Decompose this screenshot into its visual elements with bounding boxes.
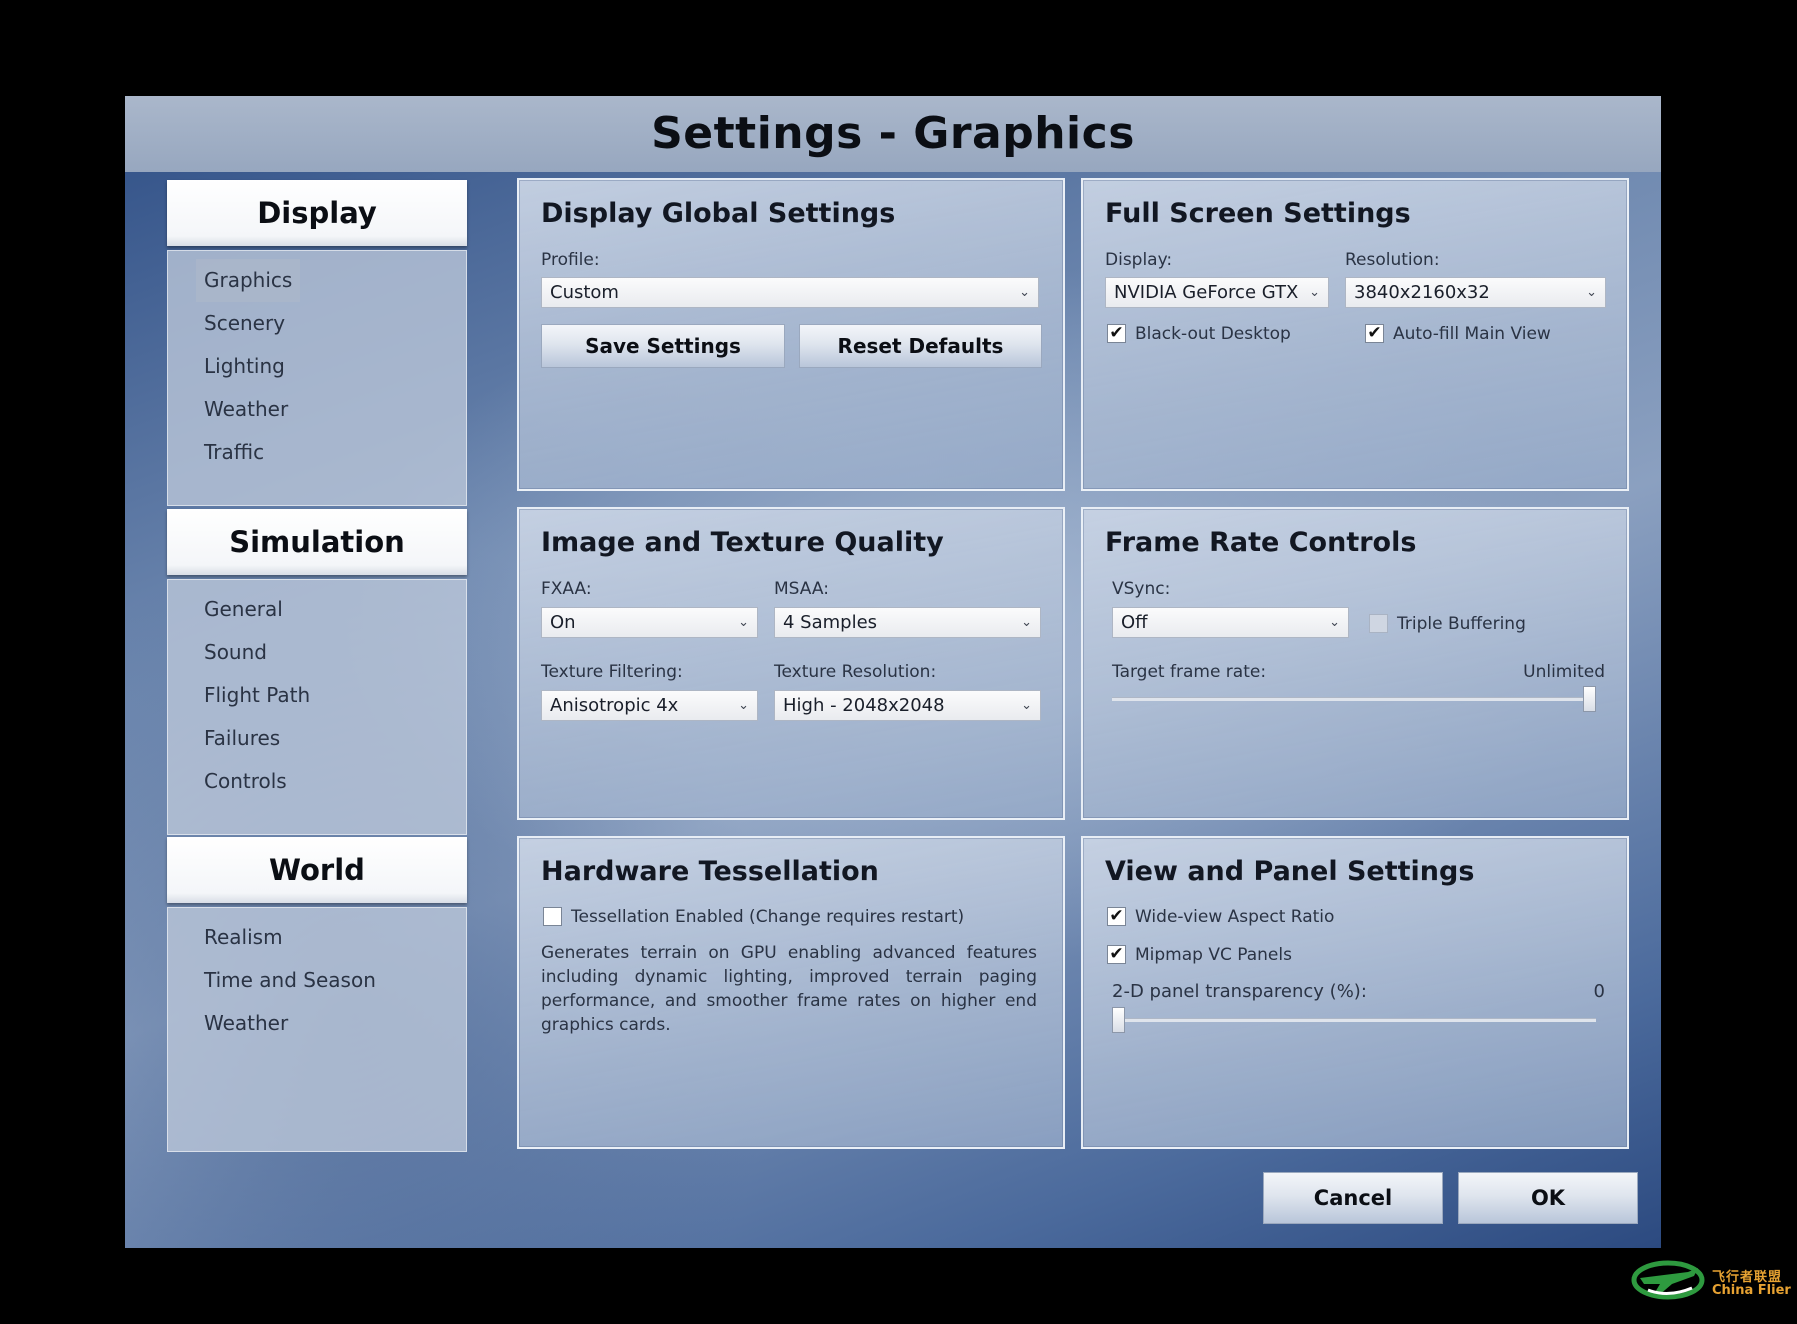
resolution-value: 3840x2160x32 bbox=[1354, 282, 1490, 303]
watermark: 飞行者联盟 China Flier bbox=[1628, 1250, 1793, 1310]
nav-item-flight-path[interactable]: Flight Path bbox=[196, 674, 318, 717]
triple-buffering-label: Triple Buffering bbox=[1397, 614, 1526, 634]
nav-item-time-and-season[interactable]: Time and Season bbox=[196, 959, 384, 1002]
fxaa-label: FXAA: bbox=[541, 579, 592, 599]
tessellation-enabled-label: Tessellation Enabled (Change requires re… bbox=[571, 907, 965, 927]
texture-resolution-label: Texture Resolution: bbox=[774, 662, 937, 682]
target-frame-rate-value: Unlimited bbox=[1523, 662, 1605, 682]
save-settings-button[interactable]: Save Settings bbox=[541, 324, 785, 368]
profile-label: Profile: bbox=[541, 250, 600, 270]
fxaa-value: On bbox=[550, 612, 576, 633]
transparency-value: 0 bbox=[1593, 981, 1605, 1002]
chevron-down-icon: ⌄ bbox=[1309, 285, 1320, 300]
vsync-label: VSync: bbox=[1112, 579, 1171, 599]
blackout-desktop-label: Black-out Desktop bbox=[1135, 324, 1291, 344]
panel-title: Frame Rate Controls bbox=[1105, 527, 1417, 558]
nav-item-sound[interactable]: Sound bbox=[196, 631, 275, 674]
target-frame-rate-label: Target frame rate: bbox=[1112, 662, 1267, 682]
nav-item-general[interactable]: General bbox=[196, 588, 291, 631]
chevron-down-icon: ⌄ bbox=[1021, 615, 1032, 630]
nav-item-controls[interactable]: Controls bbox=[196, 760, 295, 803]
nav-group-world: World Realism Time and Season Weather bbox=[167, 837, 467, 1152]
texture-filtering-select[interactable]: Anisotropic 4x ⌄ bbox=[541, 690, 758, 721]
mipmap-checkbox[interactable]: ✔ bbox=[1107, 945, 1126, 964]
panel-title: Display Global Settings bbox=[541, 198, 896, 229]
full-screen-panel: Full Screen Settings Display: NVIDIA GeF… bbox=[1081, 178, 1629, 491]
triple-buffering-checkbox[interactable] bbox=[1369, 614, 1388, 633]
msaa-value: 4 Samples bbox=[783, 612, 878, 633]
display-select[interactable]: NVIDIA GeForce GTX ⌄ bbox=[1105, 277, 1329, 308]
panel-title: View and Panel Settings bbox=[1105, 856, 1475, 887]
nav-item-traffic[interactable]: Traffic bbox=[196, 431, 272, 474]
display-value: NVIDIA GeForce GTX bbox=[1114, 282, 1299, 303]
transparency-track[interactable] bbox=[1112, 1018, 1596, 1022]
wideview-label: Wide-view Aspect Ratio bbox=[1135, 907, 1335, 927]
nav-item-weather[interactable]: Weather bbox=[196, 388, 296, 431]
profile-value: Custom bbox=[550, 282, 619, 303]
reset-defaults-button[interactable]: Reset Defaults bbox=[799, 324, 1042, 368]
settings-window: Settings - Graphics Display Graphics Sce… bbox=[125, 96, 1661, 1248]
transparency-thumb[interactable] bbox=[1112, 1007, 1125, 1033]
wideview-checkbox[interactable]: ✔ bbox=[1107, 907, 1126, 926]
resolution-label: Resolution: bbox=[1345, 250, 1440, 270]
image-quality-panel: Image and Texture Quality FXAA: On ⌄ MSA… bbox=[517, 507, 1065, 820]
nav-list-world: Realism Time and Season Weather bbox=[167, 907, 467, 1152]
panel-title: Full Screen Settings bbox=[1105, 198, 1411, 229]
autofill-main-view-label: Auto-fill Main View bbox=[1393, 324, 1551, 344]
nav-list-simulation: General Sound Flight Path Failures Contr… bbox=[167, 579, 467, 835]
texture-resolution-select[interactable]: High - 2048x2048 ⌄ bbox=[774, 690, 1041, 721]
nav-item-scenery[interactable]: Scenery bbox=[196, 302, 293, 345]
chevron-down-icon: ⌄ bbox=[1329, 615, 1340, 630]
tessellation-description: Generates terrain on GPU enabling advanc… bbox=[541, 943, 1037, 1035]
tessellation-panel: Hardware Tessellation Tessellation Enabl… bbox=[517, 836, 1065, 1149]
nav-header-world[interactable]: World bbox=[167, 837, 467, 903]
title-bar: Settings - Graphics bbox=[125, 96, 1661, 172]
airplane-logo-icon bbox=[1631, 1260, 1705, 1300]
transparency-label: 2-D panel transparency (%): bbox=[1112, 981, 1367, 1002]
watermark-en-text: China Flier bbox=[1712, 1283, 1791, 1298]
nav-list-display: Graphics Scenery Lighting Weather Traffi… bbox=[167, 250, 467, 506]
resolution-select[interactable]: 3840x2160x32 ⌄ bbox=[1345, 277, 1606, 308]
panel-title: Hardware Tessellation bbox=[541, 856, 879, 887]
nav-header-simulation[interactable]: Simulation bbox=[167, 509, 467, 575]
nav-item-graphics[interactable]: Graphics bbox=[196, 259, 301, 302]
nav-header-display[interactable]: Display bbox=[167, 180, 467, 246]
chevron-down-icon: ⌄ bbox=[1021, 698, 1032, 713]
blackout-desktop-checkbox[interactable]: ✔ bbox=[1107, 324, 1126, 343]
ok-button[interactable]: OK bbox=[1458, 1172, 1638, 1224]
chevron-down-icon: ⌄ bbox=[738, 698, 749, 713]
display-label: Display: bbox=[1105, 250, 1173, 270]
msaa-select[interactable]: 4 Samples ⌄ bbox=[774, 607, 1041, 638]
target-frame-rate-track[interactable] bbox=[1112, 697, 1596, 701]
autofill-main-view-checkbox[interactable]: ✔ bbox=[1365, 324, 1384, 343]
texture-filtering-label: Texture Filtering: bbox=[541, 662, 683, 682]
nav-item-world-weather[interactable]: Weather bbox=[196, 1002, 296, 1045]
view-panel-panel: View and Panel Settings ✔ Wide-view Aspe… bbox=[1081, 836, 1629, 1149]
frame-rate-panel: Frame Rate Controls VSync: Off ⌄ Triple … bbox=[1081, 507, 1629, 820]
mipmap-label: Mipmap VC Panels bbox=[1135, 945, 1292, 965]
texture-filtering-value: Anisotropic 4x bbox=[550, 695, 679, 716]
chevron-down-icon: ⌄ bbox=[1019, 285, 1030, 300]
nav-group-simulation: Simulation General Sound Flight Path Fai… bbox=[167, 509, 467, 835]
fxaa-select[interactable]: On ⌄ bbox=[541, 607, 758, 638]
target-frame-rate-thumb[interactable] bbox=[1583, 686, 1596, 712]
nav-group-display: Display Graphics Scenery Lighting Weathe… bbox=[167, 180, 467, 506]
vsync-value: Off bbox=[1121, 612, 1148, 633]
nav-item-realism[interactable]: Realism bbox=[196, 916, 291, 959]
panel-title: Image and Texture Quality bbox=[541, 527, 944, 558]
nav-item-failures[interactable]: Failures bbox=[196, 717, 288, 760]
cancel-button[interactable]: Cancel bbox=[1263, 1172, 1443, 1224]
vsync-select[interactable]: Off ⌄ bbox=[1112, 607, 1349, 638]
chevron-down-icon: ⌄ bbox=[1586, 285, 1597, 300]
tessellation-enabled-checkbox[interactable] bbox=[543, 907, 562, 926]
profile-select[interactable]: Custom ⌄ bbox=[541, 277, 1039, 308]
chevron-down-icon: ⌄ bbox=[738, 615, 749, 630]
window-title: Settings - Graphics bbox=[651, 108, 1135, 159]
texture-resolution-value: High - 2048x2048 bbox=[783, 695, 945, 716]
msaa-label: MSAA: bbox=[774, 579, 829, 599]
nav-item-lighting[interactable]: Lighting bbox=[196, 345, 293, 388]
display-global-panel: Display Global Settings Profile: Custom … bbox=[517, 178, 1065, 491]
